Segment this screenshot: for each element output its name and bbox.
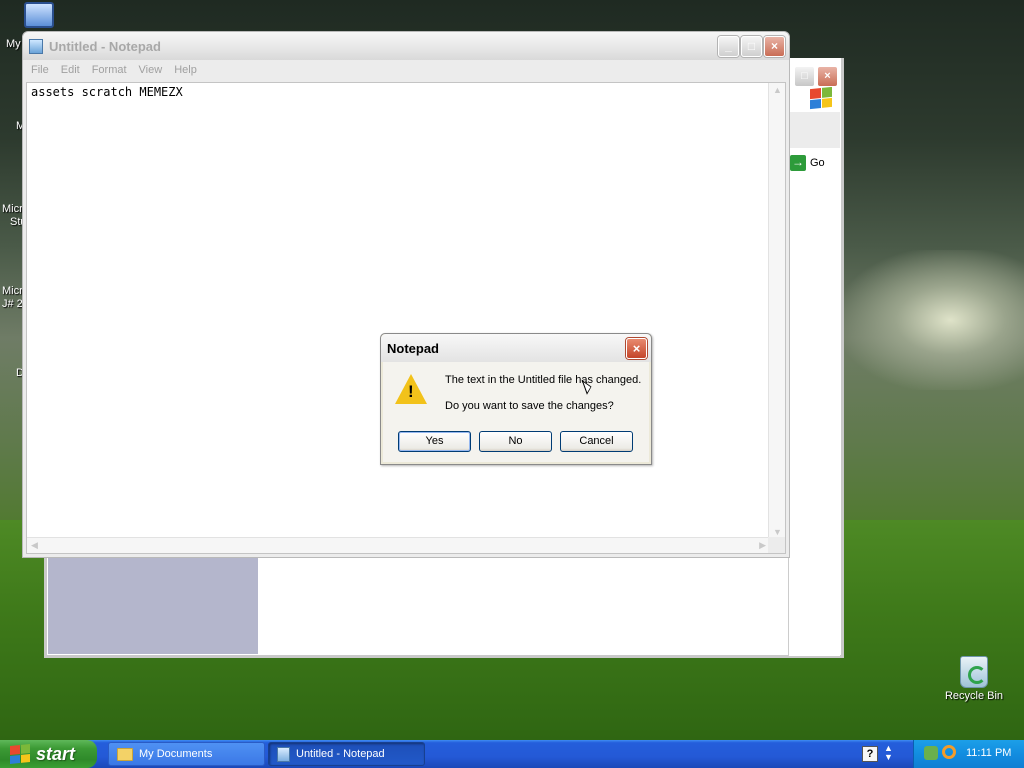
notepad-app-icon (29, 38, 43, 54)
notepad-menu-bar: File Edit Format View Help (23, 60, 789, 80)
help-icon[interactable]: ? (862, 746, 878, 762)
chevron-icon[interactable]: ▲ ▼ (884, 744, 893, 762)
scroll-right-arrow-icon[interactable]: ▶ (759, 540, 766, 551)
save-changes-dialog: Notepad × The text in the Untitled file … (380, 333, 652, 465)
dialog-message-line1: The text in the Untitled file has change… (445, 374, 642, 386)
search-icon[interactable] (942, 745, 956, 759)
menu-help[interactable]: Help (168, 64, 203, 76)
warning-icon (395, 374, 427, 404)
menu-file[interactable]: File (25, 64, 55, 76)
desktop-icon-my-computer-label[interactable]: My (6, 38, 21, 50)
folder-icon (117, 747, 133, 761)
my-computer-icon[interactable] (24, 2, 54, 28)
notepad-title-bar[interactable]: Untitled - Notepad _ □ × (23, 32, 789, 60)
menu-view[interactable]: View (133, 64, 169, 76)
dialog-message-line2: Do you want to save the changes? (445, 400, 614, 412)
clock[interactable]: 11:11 PM (966, 747, 1011, 759)
start-label: start (36, 743, 76, 764)
windows-flag-icon (10, 743, 30, 765)
notepad-window-controls: _ □ × (718, 36, 785, 57)
my-documents-close-button[interactable]: × (817, 66, 838, 87)
desktop-sky-highlight (840, 250, 1024, 390)
go-button-label: Go (810, 157, 825, 169)
resize-grip[interactable] (768, 537, 785, 553)
taskbar: start My Documents Untitled - Notepad ? … (0, 740, 1024, 768)
recycle-bin-icon (960, 656, 988, 688)
recycle-bin-label: Recycle Bin (944, 690, 1004, 702)
dialog-title-bar[interactable]: Notepad × (381, 334, 651, 362)
dialog-close-button[interactable]: × (626, 338, 647, 359)
cancel-button[interactable]: Cancel (560, 431, 633, 452)
minimize-button[interactable]: _ (718, 36, 739, 57)
dialog-title: Notepad (387, 340, 439, 356)
go-button[interactable]: → Go (790, 154, 825, 172)
scroll-down-arrow-icon[interactable]: ▼ (773, 527, 782, 537)
taskbar-item-label: Untitled - Notepad (296, 748, 385, 760)
notepad-title: Untitled - Notepad (49, 38, 161, 54)
my-documents-maximize-button[interactable]: □ (794, 66, 815, 87)
system-tray: 11:11 PM (913, 740, 1024, 768)
notepad-window: Untitled - Notepad _ □ × File Edit Forma… (22, 31, 790, 558)
my-documents-toolbar-band (788, 112, 840, 148)
my-documents-task-pane (48, 556, 258, 654)
scroll-left-arrow-icon[interactable]: ◀ (31, 540, 38, 551)
notepad-icon (277, 746, 290, 762)
notepad-text-area[interactable]: assets scratch MEMEZX ▲ ▼ ◀ ▶ (26, 82, 786, 554)
notepad-text-content: assets scratch MEMEZX (31, 85, 183, 99)
no-button[interactable]: No (479, 431, 552, 452)
menu-edit[interactable]: Edit (55, 64, 86, 76)
yes-button[interactable]: Yes (398, 431, 471, 452)
scroll-up-arrow-icon[interactable]: ▲ (773, 85, 782, 95)
dialog-body: The text in the Untitled file has change… (383, 362, 649, 462)
close-button[interactable]: × (764, 36, 785, 57)
network-icon[interactable] (924, 746, 938, 760)
windows-logo-icon (810, 86, 832, 110)
menu-format[interactable]: Format (86, 64, 133, 76)
taskbar-item-my-documents[interactable]: My Documents (108, 742, 265, 766)
recycle-bin[interactable]: Recycle Bin (944, 656, 1004, 702)
maximize-button[interactable]: □ (741, 36, 762, 57)
start-button[interactable]: start (0, 740, 97, 768)
taskbar-item-label: My Documents (139, 748, 213, 760)
horizontal-scrollbar[interactable]: ◀ ▶ (27, 537, 770, 553)
taskbar-item-notepad[interactable]: Untitled - Notepad (268, 742, 425, 766)
desktop-icon-jsharp-label-2[interactable]: J# 2 (2, 298, 23, 310)
vertical-scrollbar[interactable]: ▲ ▼ (768, 83, 785, 539)
go-arrow-icon: → (790, 155, 806, 171)
